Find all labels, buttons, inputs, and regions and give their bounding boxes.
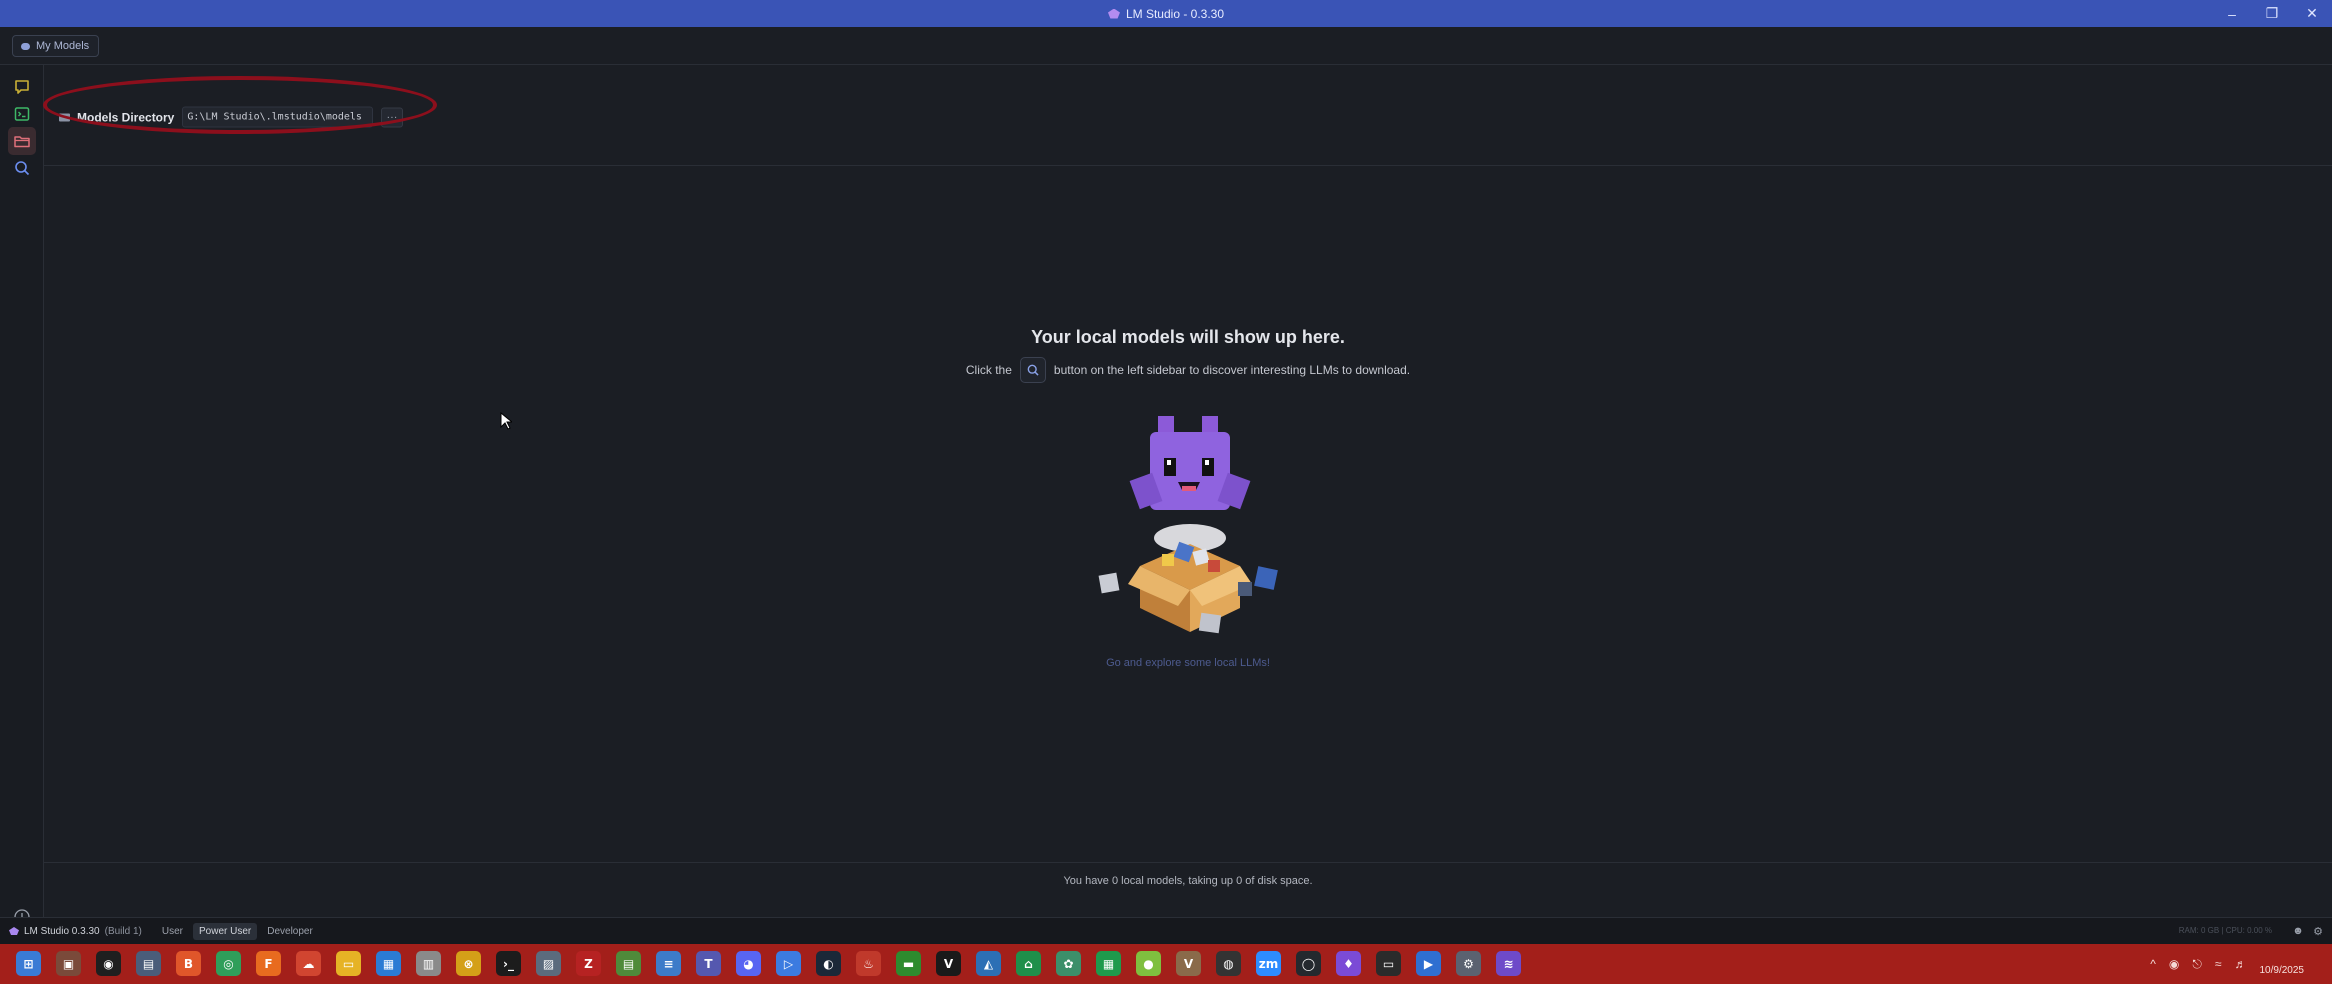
- my-models-button[interactable]: My Models: [12, 35, 100, 57]
- taskbar-app-app-10-icon[interactable]: ▦: [376, 951, 401, 976]
- close-button[interactable]: ✕: [2292, 0, 2332, 27]
- resource-stats: RAM: 0 GB | CPU: 0.00 %: [2178, 926, 2272, 935]
- mode-power-user[interactable]: Power User: [192, 922, 258, 940]
- taskbar-app-app-34-icon[interactable]: ♦: [1336, 951, 1361, 976]
- volume-icon[interactable]: ♬: [2235, 957, 2247, 971]
- taskbar-app-app-12-icon[interactable]: ⊗: [456, 951, 481, 976]
- chevron-up-icon[interactable]: ^: [2150, 957, 2156, 971]
- sidebar-item-discover[interactable]: [8, 154, 36, 182]
- taskbar-app-app-4-icon[interactable]: ▤: [136, 951, 161, 976]
- taskbar-app-app-23-icon[interactable]: ▬: [896, 951, 921, 976]
- taskbar-app-app-14-icon[interactable]: ▨: [536, 951, 561, 976]
- taskbar-app-zoom-icon[interactable]: zm: [1256, 951, 1281, 976]
- wifi-icon[interactable]: ≈: [2215, 957, 2222, 971]
- top-bar: My Models: [0, 27, 2332, 65]
- search-icon: [1027, 364, 1039, 376]
- explore-local-llms-link[interactable]: Go and explore some local LLMs!: [44, 657, 2332, 669]
- taskbar-app-settings-icon[interactable]: ⚙: [1456, 951, 1481, 976]
- taskbar-app-app-26-icon[interactable]: ⌂: [1016, 951, 1041, 976]
- lmstudio-logo-icon: [9, 927, 19, 935]
- system-tray: ^ ◉ ⎋ ≈ ♬ 10/9/2025: [2150, 944, 2304, 984]
- taskbar-app-app-31-icon[interactable]: ◍: [1216, 951, 1241, 976]
- taskbar-date: 10/9/2025: [2259, 965, 2305, 976]
- taskbar-apps: ⊞ ▣ ◉ ▤ B ◎ F ☁ ▭ ▦ ▥ ⊗ ›_ ▨ Z ▤ ≡ T ◕ ▷ ◐ ♨ ▬ V ◭ ⌂ ✿ ▦ ● V ◍ zm ◯ ♦ ▭ ▶ ⚙ ≋: [16, 951, 1521, 976]
- taskbar-app-discord-icon[interactable]: ◕: [736, 951, 761, 976]
- taskbar-app-app-16-icon[interactable]: ▤: [616, 951, 641, 976]
- empty-state-description: Click the button on the left sidebar to …: [44, 357, 2332, 383]
- taskbar-app-app-3-icon[interactable]: ◉: [96, 951, 121, 976]
- build-label: (Build 1): [104, 925, 142, 937]
- user-icon[interactable]: ☻: [2292, 925, 2304, 937]
- search-icon: [15, 161, 30, 176]
- mode-user[interactable]: User: [156, 923, 189, 940]
- taskbar-app-notepad-icon[interactable]: ≡: [656, 951, 681, 976]
- my-models-label: My Models: [36, 40, 90, 52]
- minimize-button[interactable]: –: [2212, 0, 2252, 27]
- microphone-icon[interactable]: ⎋: [2192, 957, 2202, 972]
- mascot-illustration: [1098, 416, 1278, 634]
- taskbar-app-app-27-icon[interactable]: ✿: [1056, 951, 1081, 976]
- window-title: LM Studio - 0.3.30: [1107, 6, 1225, 21]
- taskbar-app-chrome-icon[interactable]: ◎: [216, 951, 241, 976]
- taskbar-app-filezilla-icon[interactable]: Z: [576, 951, 601, 976]
- taskbar-app-firefox-icon[interactable]: F: [256, 951, 281, 976]
- taskbar-app-app-22-icon[interactable]: ♨: [856, 951, 881, 976]
- restore-button[interactable]: ❐: [2252, 0, 2292, 27]
- taskbar-app-start-icon[interactable]: ⊞: [16, 951, 41, 976]
- taskbar-app-app-29-icon[interactable]: ●: [1136, 951, 1161, 976]
- tray-app-icon[interactable]: ◉: [2169, 957, 2179, 971]
- taskbar-app-app-35-icon[interactable]: ▭: [1376, 951, 1401, 976]
- window-title-text: LM Studio - 0.3.30: [1125, 6, 1225, 21]
- taskbar-app-app-25-icon[interactable]: ◭: [976, 951, 1001, 976]
- mode-switcher: User Power User Developer: [156, 922, 319, 940]
- terminal-icon: [14, 107, 30, 121]
- gear-icon[interactable]: ⚙: [2312, 925, 2324, 938]
- taskbar-app-github-icon[interactable]: ◯: [1296, 951, 1321, 976]
- taskbar-app-app-24-icon[interactable]: V: [936, 951, 961, 976]
- taskbar-app-app-28-icon[interactable]: ▦: [1096, 951, 1121, 976]
- empty-state: Your local models will show up here. Cli…: [44, 166, 2332, 866]
- sidebar-item-my-models[interactable]: [8, 127, 36, 155]
- app-version: LM Studio 0.3.30 (Build 1): [9, 926, 142, 937]
- app-version-label: LM Studio 0.3.30: [24, 925, 100, 937]
- sidebar-item-developer[interactable]: [8, 100, 36, 128]
- taskbar-app-explorer-icon[interactable]: ▭: [336, 951, 361, 976]
- app-window: My Models Models Directory G:\LM Studio\…: [0, 27, 2332, 944]
- taskbar-app-app-8-icon[interactable]: ☁: [296, 951, 321, 976]
- os-taskbar: ⊞ ▣ ◉ ▤ B ◎ F ☁ ▭ ▦ ▥ ⊗ ›_ ▨ Z ▤ ≡ T ◕ ▷ ◐ ♨ ▬ V ◭ ⌂ ✿ ▦ ● V ◍ zm ◯ ♦ ▭ ▶ ⚙ ≋…: [0, 944, 2332, 984]
- discover-shortcut-button[interactable]: [1019, 357, 1046, 383]
- taskbar-app-app-30-icon[interactable]: V: [1176, 951, 1201, 976]
- mouse-cursor-icon: [500, 412, 512, 430]
- taskbar-app-brave-icon[interactable]: B: [176, 951, 201, 976]
- taskbar-app-app-2-icon[interactable]: ▣: [56, 951, 81, 976]
- taskbar-app-terminal-icon[interactable]: ›_: [496, 951, 521, 976]
- sidebar-item-chat[interactable]: [8, 73, 36, 101]
- cloud-icon: [21, 42, 30, 50]
- mode-developer[interactable]: Developer: [261, 923, 319, 940]
- empty-desc-before: Click the: [965, 363, 1012, 377]
- lmstudio-logo-icon: [1107, 8, 1120, 19]
- taskbar-app-app-20-icon[interactable]: ▷: [776, 951, 801, 976]
- left-sidebar: [0, 65, 44, 944]
- empty-desc-after: button on the left sidebar to discover i…: [1053, 363, 1411, 377]
- taskbar-app-steam-icon[interactable]: ◐: [816, 951, 841, 976]
- window-titlebar: LM Studio - 0.3.30 – ❐ ✕: [0, 0, 2332, 27]
- annotation-ellipse: [43, 76, 437, 134]
- taskbar-app-app-11-icon[interactable]: ▥: [416, 951, 441, 976]
- empty-state-title: Your local models will show up here.: [1031, 327, 1345, 347]
- status-bar: LM Studio 0.3.30 (Build 1) User Power Us…: [0, 917, 2332, 944]
- taskbar-app-app-36-icon[interactable]: ▶: [1416, 951, 1441, 976]
- taskbar-app-lmstudio-icon[interactable]: ≋: [1496, 951, 1521, 976]
- taskbar-app-teams-icon[interactable]: T: [696, 951, 721, 976]
- taskbar-clock[interactable]: 10/9/2025: [2260, 965, 2305, 977]
- folder-icon: [14, 136, 30, 148]
- chat-bubble-icon: [15, 80, 29, 94]
- local-models-summary: You have 0 local models, taking up 0 of …: [44, 862, 2332, 898]
